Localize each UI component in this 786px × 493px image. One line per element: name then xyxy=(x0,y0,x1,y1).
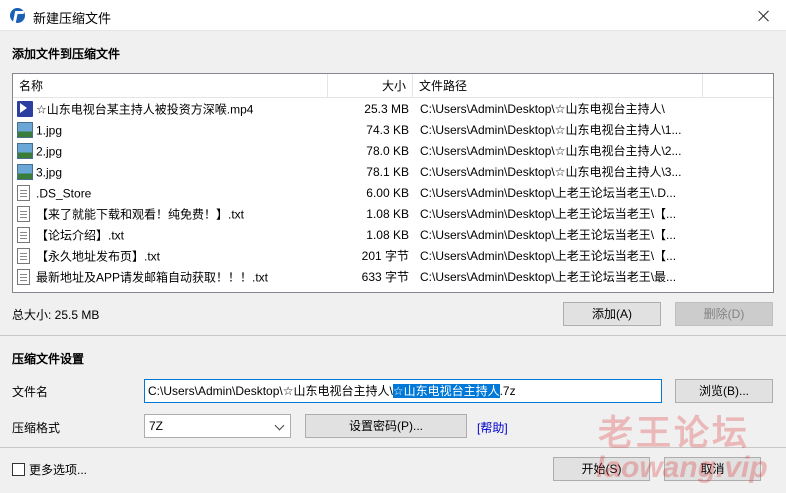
app-icon xyxy=(10,8,25,23)
file-size: 74.3 KB xyxy=(366,123,409,137)
file-rows: ☆山东电视台某主持人被投资方深喉.mp4 25.3 MB C:\Users\Admi… xyxy=(13,99,773,288)
title-bar: 新建压缩文件 xyxy=(0,0,786,31)
table-row[interactable]: 3.jpg 78.1 KB C:\Users\Admin\Desktop\☆山东电视… xyxy=(13,162,773,183)
filename-input[interactable]: C:\Users\Admin\Desktop\☆山东电视台主持人\☆山东电视台主… xyxy=(144,379,662,403)
table-row[interactable]: 【永久地址发布页】.txt 201 字节 C:\Users\Admin\Deskto… xyxy=(13,246,773,267)
file-name: 【永久地址发布页】.txt xyxy=(36,249,161,264)
file-name-cell: 最新地址及APP请发邮箱自动获取！！！.txt xyxy=(17,267,327,288)
file-path: C:\Users\Admin\Desktop\上老王论坛当老王\最... xyxy=(420,270,677,284)
more-options-checkbox[interactable] xyxy=(12,463,25,476)
add-button[interactable]: 添加(A) xyxy=(563,302,661,326)
table-row[interactable]: 【论坛介绍】.txt 1.08 KB C:\Users\Admin\Desktop\… xyxy=(13,225,773,246)
file-name-cell: 【来了就能下载和观看！纯免费！】.txt xyxy=(17,204,327,225)
set-password-button[interactable]: 设置密码(P)... xyxy=(305,414,467,438)
column-header-size[interactable]: 大小 xyxy=(328,74,413,98)
file-name-cell: 2.jpg xyxy=(17,141,327,162)
table-row[interactable]: 【来了就能下载和观看！纯免费！】.txt 1.08 KB C:\Users\Admi… xyxy=(13,204,773,225)
compression-settings-heading: 压缩文件设置 xyxy=(12,352,85,366)
filename-prefix: C:\Users\Admin\Desktop\☆山东电视台主持人\ xyxy=(148,384,393,398)
list-header: 名称 大小 文件路径 xyxy=(13,74,773,98)
file-name: 1.jpg xyxy=(36,123,63,138)
file-name-cell: 【永久地址发布页】.txt xyxy=(17,246,327,267)
filename-selected-text: ☆山东电视台主持人 xyxy=(392,384,500,398)
table-row[interactable]: 2.jpg 78.0 KB C:\Users\Admin\Desktop\☆山东电视… xyxy=(13,141,773,162)
browse-button[interactable]: 浏览(B)... xyxy=(675,379,773,403)
close-icon[interactable] xyxy=(742,0,786,31)
table-row[interactable]: .DS_Store 6.00 KB C:\Users\Admin\Desktop\上… xyxy=(13,183,773,204)
file-path: C:\Users\Admin\Desktop\☆山东电视台主持人\1... xyxy=(420,123,682,137)
total-size: 总大小: 25.5 MB xyxy=(12,308,100,322)
format-label: 压缩格式 xyxy=(12,421,61,435)
file-path: C:\Users\Admin\Desktop\上老王论坛当老王\.D... xyxy=(420,186,677,200)
file-list[interactable]: 名称 大小 文件路径 ☆山东电视台某主持人被投资方深喉.mp4 25.3 MB C:… xyxy=(12,73,774,293)
file-name: ☆山东电视台某主持人被投资方深喉.mp4 xyxy=(36,102,254,117)
file-name: 3.jpg xyxy=(36,165,63,180)
column-header-path[interactable]: 文件路径 xyxy=(413,74,703,98)
help-link[interactable]: [帮助] xyxy=(477,419,508,436)
file-path: C:\Users\Admin\Desktop\上老王论坛当老王\【... xyxy=(420,207,677,221)
watermark-url: laowang.vip xyxy=(596,451,768,484)
file-path: C:\Users\Admin\Desktop\上老王论坛当老王\【... xyxy=(420,228,677,242)
table-row[interactable]: 1.jpg 74.3 KB C:\Users\Admin\Desktop\☆山东电视… xyxy=(13,120,773,141)
more-options[interactable]: 更多选项... xyxy=(12,461,87,478)
file-size: 78.0 KB xyxy=(366,144,409,158)
file-size: 25.3 MB xyxy=(364,102,409,116)
table-row[interactable]: 最新地址及APP请发邮箱自动获取！！！.txt 633 字节 C:\Users\Ad… xyxy=(13,267,773,288)
window-title: 新建压缩文件 xyxy=(33,11,112,26)
file-name-cell: 3.jpg xyxy=(17,162,327,183)
add-files-heading: 添加文件到压缩文件 xyxy=(12,47,121,61)
file-name: 2.jpg xyxy=(36,144,63,159)
file-path: C:\Users\Admin\Desktop\☆山东电视台主持人\2... xyxy=(420,144,682,158)
document-file-icon xyxy=(17,205,30,222)
delete-button[interactable]: 删除(D) xyxy=(675,302,773,326)
file-name: 最新地址及APP请发邮箱自动获取！！！.txt xyxy=(36,270,269,285)
file-name-cell: ☆山东电视台某主持人被投资方深喉.mp4 xyxy=(17,99,327,120)
file-size: 633 字节 xyxy=(361,270,409,284)
document-file-icon xyxy=(17,184,30,201)
filename-label: 文件名 xyxy=(12,385,49,399)
document-file-icon xyxy=(17,226,30,243)
more-options-label: 更多选项... xyxy=(29,463,88,477)
chevron-down-icon xyxy=(274,420,285,431)
divider xyxy=(0,335,786,336)
file-size: 201 字节 xyxy=(361,249,409,263)
file-size: 1.08 KB xyxy=(366,228,409,242)
file-name: 【论坛介绍】.txt xyxy=(36,228,125,243)
image-file-icon xyxy=(17,142,33,159)
file-name-cell: 1.jpg xyxy=(17,120,327,141)
watermark-title: 老王论坛 xyxy=(598,414,751,453)
format-selected-value: 7Z xyxy=(149,419,164,433)
file-path: C:\Users\Admin\Desktop\☆山东电视台主持人\ xyxy=(420,102,665,116)
document-file-icon xyxy=(17,268,30,285)
file-size: 6.00 KB xyxy=(366,186,409,200)
table-row[interactable]: ☆山东电视台某主持人被投资方深喉.mp4 25.3 MB C:\Users\Admi… xyxy=(13,99,773,120)
column-header-name[interactable]: 名称 xyxy=(13,74,328,98)
filename-suffix: .7z xyxy=(499,384,516,398)
format-select[interactable]: 7Z xyxy=(144,414,291,438)
file-name-cell: 【论坛介绍】.txt xyxy=(17,225,327,246)
file-path: C:\Users\Admin\Desktop\☆山东电视台主持人\3... xyxy=(420,165,682,179)
file-name: .DS_Store xyxy=(36,186,92,201)
file-path: C:\Users\Admin\Desktop\上老王论坛当老王\【... xyxy=(420,249,677,263)
image-file-icon xyxy=(17,121,33,138)
image-file-icon xyxy=(17,163,33,180)
file-name-cell: .DS_Store xyxy=(17,183,327,204)
document-file-icon xyxy=(17,247,30,264)
file-name: 【来了就能下载和观看！纯免费！】.txt xyxy=(36,207,245,222)
video-file-icon xyxy=(17,100,33,117)
file-size: 1.08 KB xyxy=(366,207,409,221)
file-size: 78.1 KB xyxy=(366,165,409,179)
